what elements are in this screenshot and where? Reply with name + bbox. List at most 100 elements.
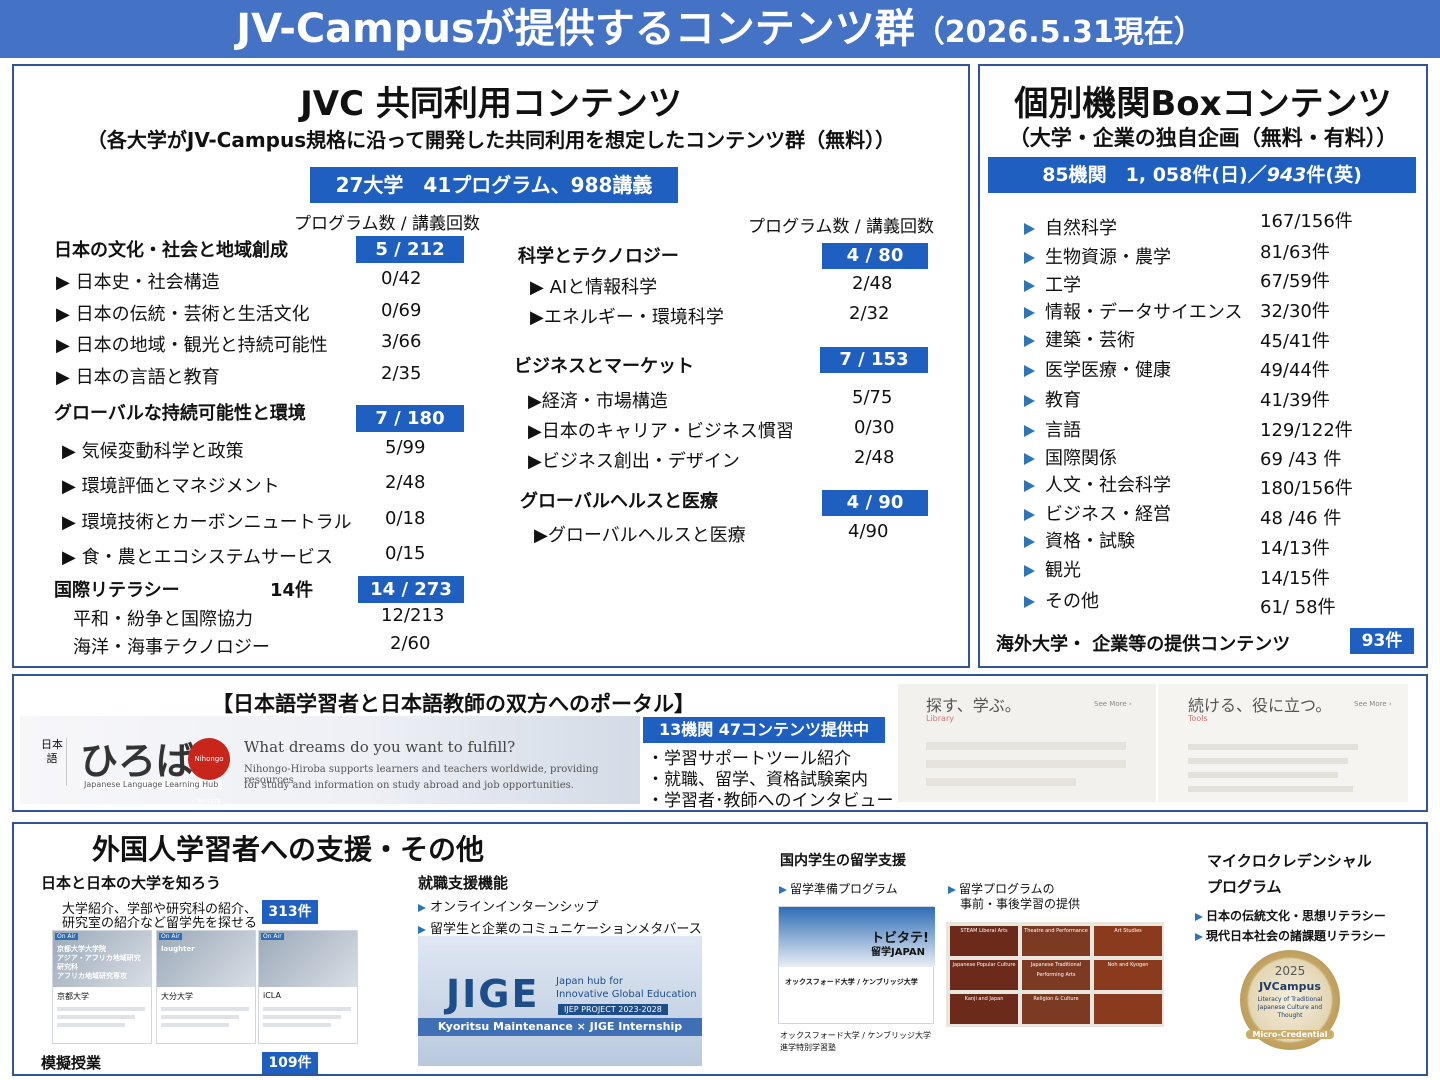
tobitate-card[interactable]: トビタテ! 留学JAPAN オックスフォード大学 / ケンブリッジ大学 — [778, 906, 935, 1024]
item-value: 5/99 — [385, 437, 426, 458]
portal-point: ・学習者･教師へのインタビュー — [647, 791, 894, 811]
program-tile[interactable]: Theatre and Performance — [1022, 926, 1090, 956]
micro-title-2: プログラム — [1207, 878, 1282, 896]
page-title: JV-Campusが提供するコンテンツ群（2026.5.31現在） — [0, 6, 1440, 56]
box-category-item: 観光 — [1024, 556, 1081, 582]
box-category-item: 人文・社会科学 — [1024, 471, 1171, 497]
literacy-count: 14件 — [270, 580, 314, 601]
program-tile[interactable]: Japanese Traditional Performing Arts — [1022, 960, 1090, 990]
box-category-label: 医学医療・健康 — [1045, 360, 1171, 381]
tobitate-oxford: オックスフォード大学 / ケンブリッジ大学 — [785, 978, 918, 986]
item-label: ▶日本のキャリア・ビジネス慣習 — [528, 421, 794, 442]
bullet-icon — [1024, 565, 1035, 577]
micro-item: 日本の伝統文化・思想リテラシー — [1195, 907, 1386, 924]
box-summary-en-label: 件(英) — [1306, 164, 1362, 186]
item-value: 2/48 — [852, 273, 893, 294]
box-category-label: 資格・試験 — [1045, 531, 1135, 552]
box-summary-ja: 85機関 1, 058件(日)／ — [1042, 164, 1267, 186]
box-category-label: 人文・社会科学 — [1045, 475, 1171, 496]
box-category-label: 建築・芸術 — [1045, 330, 1135, 351]
portal-badge: 13機関 47コンテンツ提供中 — [643, 717, 885, 743]
library-see-more[interactable]: See More › — [1094, 700, 1132, 708]
university-card[interactable]: On Air 京都大学大学院 アジア・アフリカ地域研究研究科 アフリカ地域研究専攻… — [52, 930, 152, 1044]
library-label: Library — [926, 714, 954, 723]
university-card[interactable]: On Air laughter 大分大学 — [156, 930, 256, 1044]
overseas-label: 海外大学・ 企業等の提供コンテンツ — [996, 634, 1291, 655]
portal-screenshot-tools[interactable]: 続ける、役に立つ。 Tools See More › — [1158, 684, 1408, 802]
item-value: 12/213 — [381, 605, 445, 626]
program-tile[interactable]: Religion & Culture — [1022, 994, 1090, 1024]
box-category-label: 情報・データサイエンス — [1045, 302, 1243, 323]
item-label: 海洋・海事テクノロジー — [73, 637, 270, 658]
domestic-item-1-label: 留学準備プログラム — [790, 882, 898, 896]
hiroba-logo-sub: Japanese Language Learning Hub — [80, 780, 223, 789]
box-category-item: 生物資源・農学 — [1024, 243, 1171, 269]
jige-banner[interactable]: JIGE Japan hub for Innovative Global Edu… — [418, 936, 702, 1066]
badge-science: 4 / 80 — [822, 243, 928, 269]
domestic-item-2b: 事前・事後学習の提供 — [960, 897, 1081, 911]
bullet-icon — [418, 925, 426, 934]
box-category-item: 言語 — [1024, 416, 1081, 442]
item-value: 0/18 — [385, 508, 426, 529]
item-label: ▶経済・市場構造 — [528, 391, 668, 412]
japan-title: 日本と日本の大学を知ろう — [41, 874, 222, 892]
item-value: 0/30 — [854, 417, 895, 438]
box-category-value: 67/59件 — [1260, 271, 1330, 292]
on-air-tag: On Air — [159, 933, 182, 940]
jige-project: IJEP PROJECT 2023-2028 — [558, 1004, 668, 1015]
job-item: 留学生と企業のコミュニケーションメタバース — [418, 918, 702, 937]
item-label: ▶ 日本の地域・観光と持続可能性 — [56, 335, 328, 356]
university-card-image-text: 京都大学大学院 アジア・アフリカ地域研究研究科 アフリカ地域研究専攻 — [57, 945, 141, 980]
program-tile[interactable]: Noh and Kyogen — [1094, 960, 1162, 990]
program-tile[interactable]: Kanji and Japan — [950, 994, 1018, 1024]
box-category-item: 資格・試験 — [1024, 527, 1135, 553]
seal-text: Literacy of Traditional Japanese Culture… — [1257, 996, 1323, 1019]
box-category-item: 情報・データサイエンス — [1024, 298, 1242, 324]
bullet-icon — [1024, 335, 1035, 347]
portal-screenshot-library[interactable]: 探す、学ぶ。 Library See More › — [898, 684, 1156, 802]
university-card-line — [263, 1015, 341, 1019]
overseas-count: 93件 — [1350, 628, 1414, 654]
university-card-line — [161, 1007, 249, 1011]
item-value: 2/32 — [849, 303, 890, 324]
tools-see-more[interactable]: See More › — [1354, 700, 1392, 708]
item-label: ▶グローバルヘルスと医療 — [534, 525, 746, 546]
item-value: 4/90 — [848, 521, 889, 542]
bullet-icon — [1024, 425, 1035, 437]
title-date: （2026.5.31現在） — [914, 15, 1204, 50]
japan-count: 313件 — [262, 900, 318, 924]
item-label: ▶ 気候変動科学と政策 — [62, 441, 244, 462]
university-card-line — [57, 1015, 135, 1019]
box-category-value: 61/ 58件 — [1260, 597, 1336, 618]
box-category-label: 教育 — [1045, 390, 1081, 411]
jvc-title: JVC 共同利用コンテンツ — [300, 84, 682, 124]
university-card[interactable]: On Air iCLA — [258, 930, 358, 1044]
jige-logo: JIGE — [446, 972, 540, 1016]
program-tile[interactable]: Japanese Popular Culture — [950, 960, 1018, 990]
bullet-icon — [1024, 536, 1035, 548]
program-tile[interactable]: Art Studies — [1094, 926, 1162, 956]
hiroba-side-label: 日本語 — [38, 738, 67, 786]
item-label: ▶ 日本史・社会構造 — [56, 272, 220, 293]
micro-item-label: 日本の伝統文化・思想リテラシー — [1206, 909, 1386, 923]
box-category-label: 観光 — [1045, 560, 1081, 581]
box-title: 個別機関Boxコンテンツ — [1014, 84, 1392, 124]
item-value: 3/66 — [381, 331, 422, 352]
domestic-caption-1: オックスフォード大学 / ケンブリッジ大学 — [780, 1031, 932, 1040]
bullet-icon — [1024, 453, 1035, 465]
university-card-image-text: laughter — [161, 945, 195, 953]
box-category-label: その他 — [1045, 591, 1099, 612]
hiroba-banner[interactable]: 日本語 ひろば Nihongo Hiroba Japanese Language… — [20, 716, 640, 804]
hiroba-logo-text: ひろば — [80, 738, 195, 783]
university-card-org: 大分大学 — [161, 992, 193, 1001]
box-category-value: 14/13件 — [1260, 538, 1330, 559]
tools-label: Tools — [1188, 714, 1208, 723]
item-label: ▶エネルギー・環境科学 — [530, 307, 724, 328]
box-category-label: 言語 — [1045, 420, 1081, 441]
program-tile[interactable] — [1094, 994, 1162, 1024]
program-tile[interactable]: STEAM Liberal Arts — [950, 926, 1018, 956]
item-label: ▶ 日本の伝統・芸術と生活文化 — [56, 304, 310, 325]
bullet-icon — [1195, 912, 1203, 921]
box-subtitle: （大学・企業の独自企画（無料・有料）） — [1008, 126, 1398, 150]
micro-item-label: 現代日本社会の諸課題リテラシー — [1206, 929, 1386, 943]
